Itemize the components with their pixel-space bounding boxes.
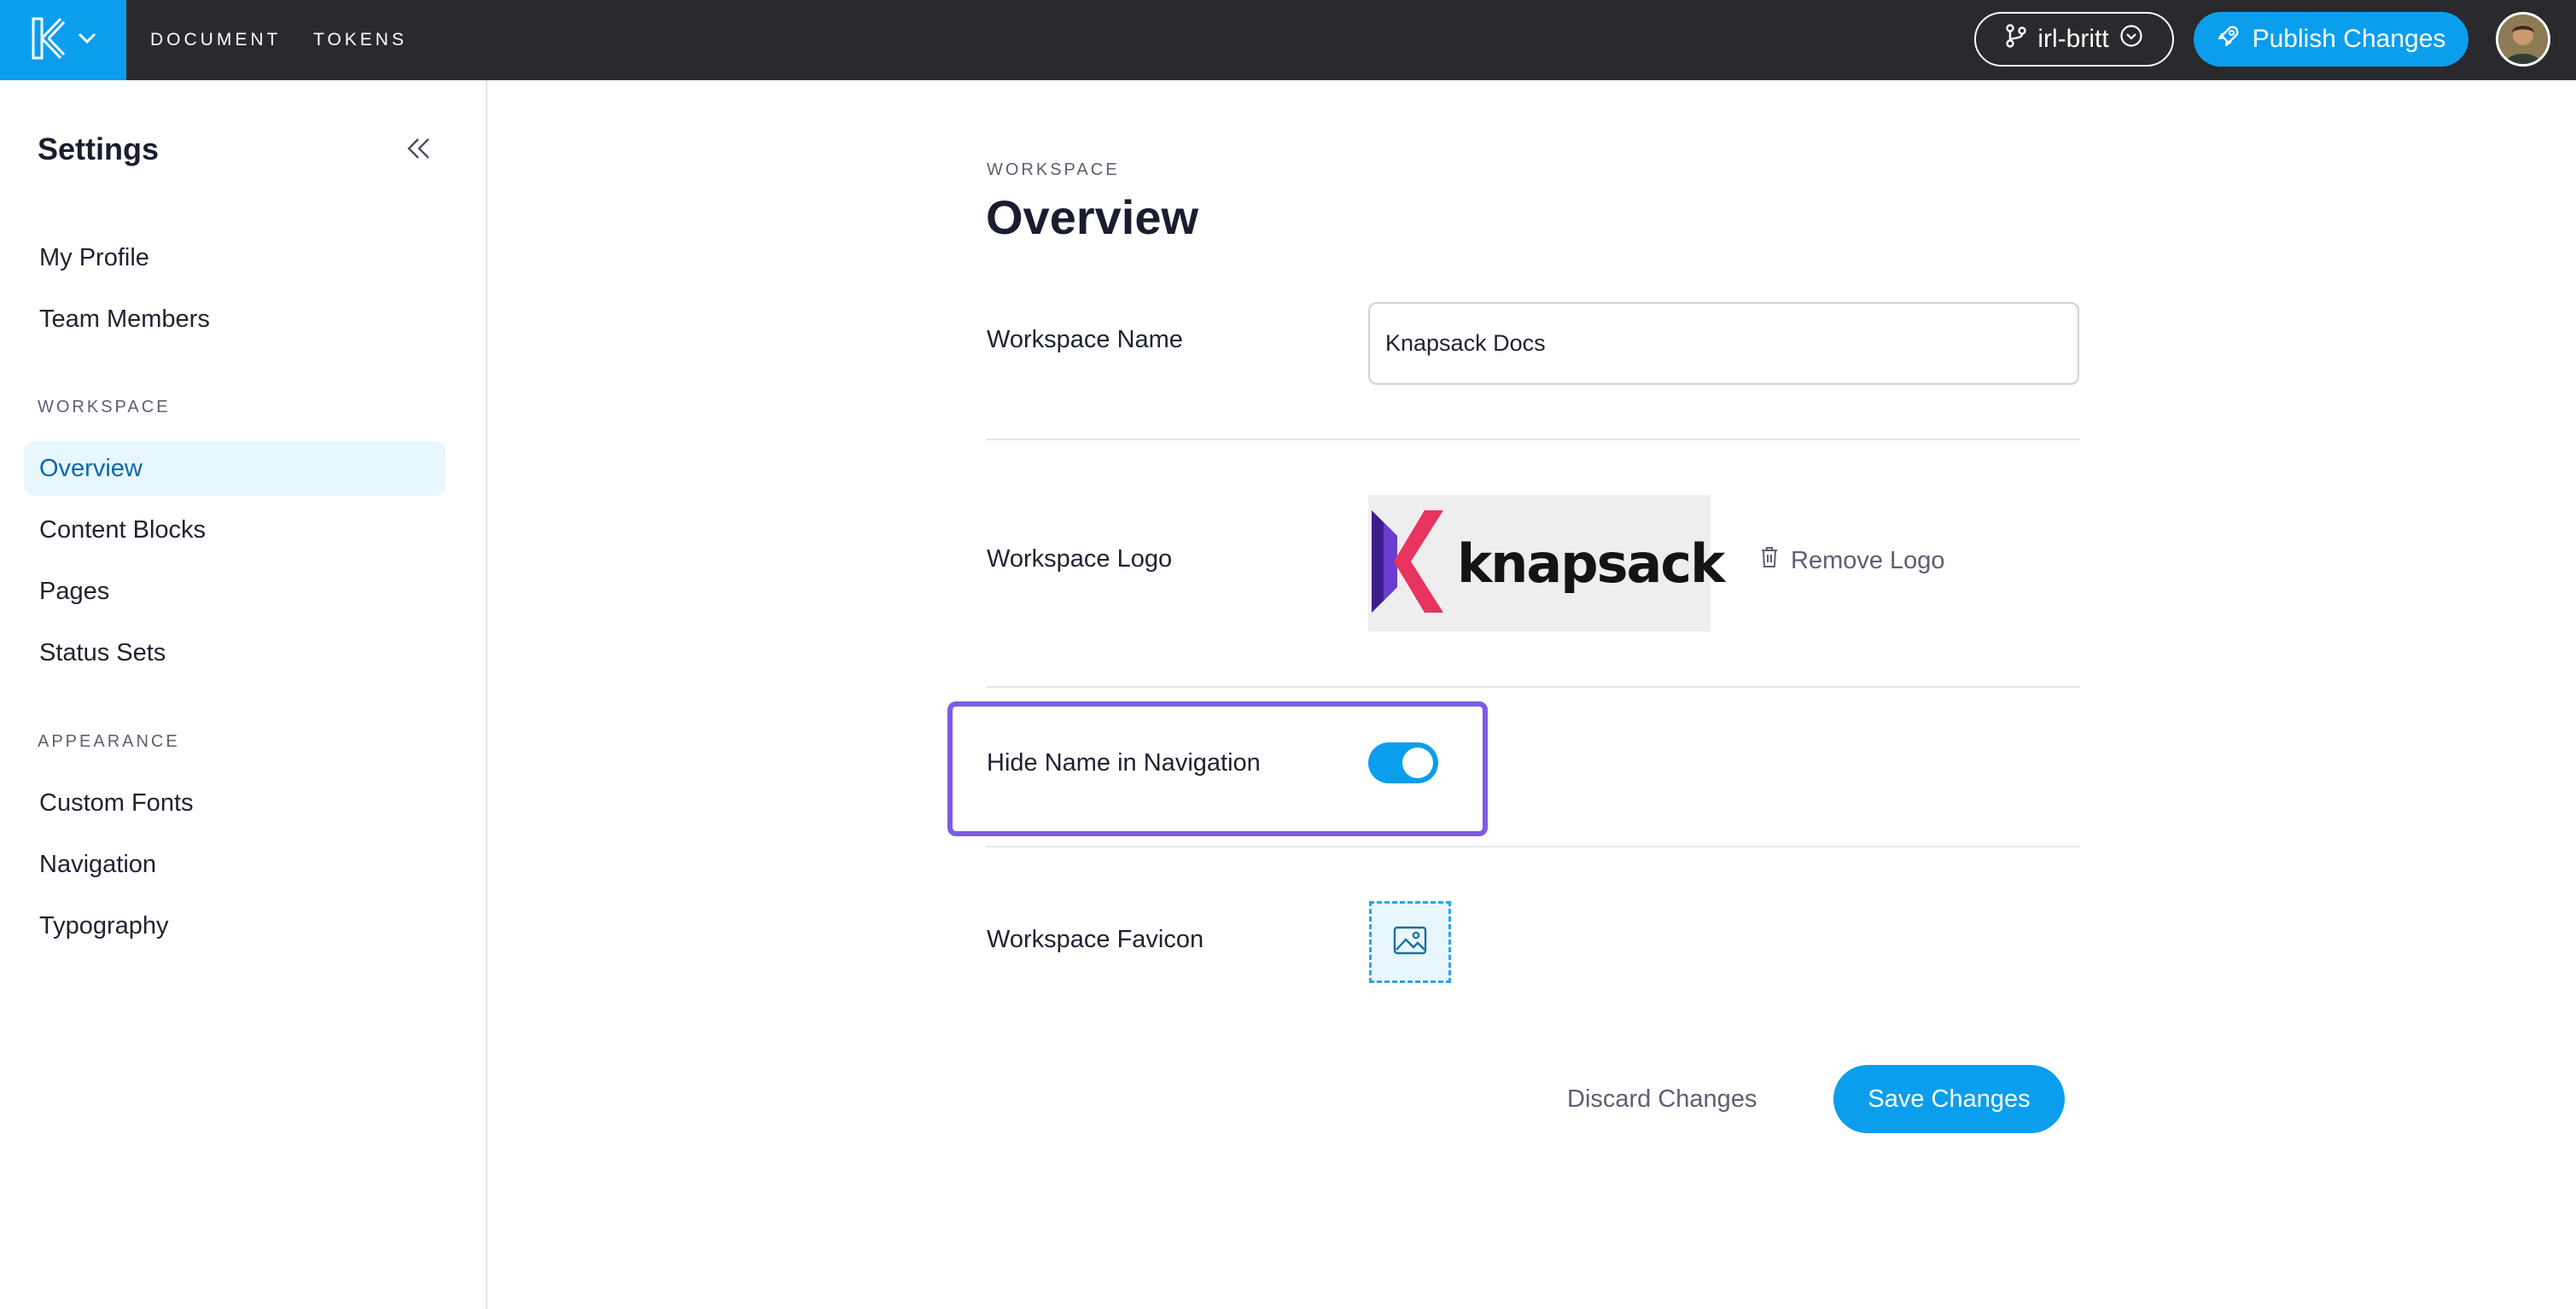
publish-changes-button[interactable]: Publish Changes (2194, 12, 2468, 67)
sidebar-item-navigation[interactable]: Navigation (24, 837, 446, 892)
divider (987, 846, 2080, 847)
favicon-upload-dropzone[interactable] (1369, 901, 1451, 983)
publish-label: Publish Changes (2252, 25, 2446, 53)
chevron-circle-down-icon (2119, 24, 2143, 55)
divider (987, 686, 2080, 688)
trash-icon (1760, 546, 1779, 575)
workspace-favicon-label: Workspace Favicon (987, 926, 1204, 953)
divider (987, 439, 2080, 440)
sidebar-item-my-profile[interactable]: My Profile (24, 230, 446, 285)
tab-document[interactable]: DOCUMENT (150, 0, 281, 80)
app-logo-menu[interactable] (0, 0, 126, 80)
chevron-down-icon (78, 32, 96, 49)
git-branch-icon (2005, 24, 2027, 55)
collapse-sidebar-button[interactable] (401, 133, 435, 167)
knapsack-logo-mark-icon (1372, 509, 1443, 617)
hide-name-label: Hide Name in Navigation (987, 749, 1261, 777)
page-eyebrow: WORKSPACE (987, 160, 1120, 179)
sidebar-item-content-blocks[interactable]: Content Blocks (24, 503, 446, 557)
sidebar-item-overview[interactable]: Overview (24, 441, 446, 496)
knapsack-k-icon (30, 17, 66, 64)
page-title: Overview (986, 190, 1199, 244)
branch-name: irl-britt (2037, 25, 2109, 53)
settings-sidebar: Settings My Profile Team Members WORKSPA… (0, 80, 487, 1309)
sidebar-item-typography[interactable]: Typography (24, 899, 446, 953)
workspace-logo-label: Workspace Logo (987, 545, 1173, 573)
sidebar-item-status-sets[interactable]: Status Sets (24, 625, 446, 680)
tab-tokens[interactable]: TOKENS (313, 0, 407, 80)
user-avatar[interactable] (2496, 12, 2550, 67)
double-chevron-left-icon (405, 137, 431, 165)
top-bar: DOCUMENT TOKENS irl-britt Publish Change… (0, 0, 2576, 80)
image-icon (1393, 926, 1427, 959)
sidebar-item-team-members[interactable]: Team Members (24, 292, 446, 346)
sidebar-title: Settings (38, 131, 160, 166)
workspace-logo-preview: knapsack (1368, 495, 1725, 631)
branch-selector-button[interactable]: irl-britt (1974, 12, 2174, 67)
save-changes-button[interactable]: Save Changes (1833, 1065, 2065, 1133)
workspace-name-input[interactable] (1368, 302, 2079, 385)
remove-logo-label: Remove Logo (1791, 546, 1945, 574)
sidebar-section-workspace: WORKSPACE (38, 398, 171, 416)
sidebar-item-pages[interactable]: Pages (24, 564, 446, 619)
sidebar-section-appearance: APPEARANCE (38, 732, 180, 751)
remove-logo-button[interactable]: Remove Logo (1760, 546, 1945, 575)
hide-name-toggle[interactable] (1368, 742, 1438, 783)
toggle-knob (1402, 748, 1433, 778)
workspace-name-label: Workspace Name (987, 326, 1183, 353)
logo-wordmark: knapsack (1457, 532, 1725, 595)
discard-changes-button[interactable]: Discard Changes (1567, 1065, 1757, 1133)
rocket-icon (2217, 24, 2241, 55)
sidebar-item-custom-fonts[interactable]: Custom Fonts (24, 776, 446, 830)
